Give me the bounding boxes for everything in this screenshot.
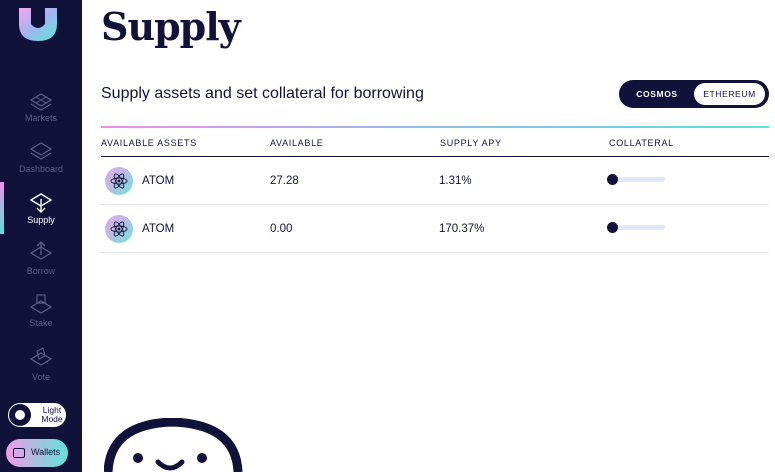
supply-apy: 1.31%: [439, 175, 472, 187]
wallet-icon: [13, 448, 25, 458]
sidebar-item-dashboard[interactable]: Dashboard: [0, 139, 82, 189]
sidebar-item-label: Stake: [29, 318, 53, 328]
network-toggle: COSMOS ETHEREUM: [619, 80, 769, 108]
collateral-slider[interactable]: [607, 174, 665, 185]
app-logo[interactable]: [17, 6, 59, 42]
table-top-divider: [101, 126, 769, 128]
light-mode-label: Light Mode: [41, 405, 63, 424]
vote-icon: [29, 347, 53, 366]
page-title: Supply: [101, 4, 241, 49]
available-amount: 0.00: [270, 223, 293, 235]
supply-icon: [29, 193, 53, 213]
atom-icon: [105, 167, 133, 195]
sidebar-item-label: Dashboard: [18, 164, 64, 174]
page-subtitle: Supply assets and set collateral for bor…: [101, 85, 424, 102]
stake-icon: [29, 294, 53, 314]
light-mode-toggle[interactable]: Light Mode: [6, 401, 68, 429]
asset-name: ATOM: [142, 175, 175, 187]
wallets-label: Wallets: [31, 447, 61, 457]
available-amount: 27.28: [270, 175, 299, 187]
borrow-icon: [29, 241, 53, 260]
markets-icon: [29, 93, 53, 111]
column-header-supply-apy: SUPPLY APY: [440, 138, 502, 148]
sidebar-item-label: Supply: [27, 215, 55, 225]
table-row[interactable]: ATOM 27.28 1.31%: [101, 157, 769, 205]
sidebar-item-label: Borrow: [26, 266, 56, 276]
table-row[interactable]: ATOM 0.00 170.37%: [101, 205, 769, 253]
sidebar-item-label: Vote: [31, 372, 51, 382]
sidebar-item-stake[interactable]: Stake: [0, 293, 82, 343]
slider-thumb[interactable]: [607, 174, 618, 185]
column-header-available: AVAILABLE: [270, 138, 324, 148]
sun-icon: [9, 404, 31, 426]
network-option-cosmos[interactable]: COSMOS: [623, 83, 691, 105]
mascot-illustration: [104, 418, 243, 472]
wallets-button[interactable]: Wallets: [6, 439, 68, 467]
collateral-slider[interactable]: [607, 222, 665, 233]
sidebar-item-vote[interactable]: Vote: [0, 347, 82, 397]
sidebar-item-label: Markets: [24, 113, 57, 123]
atom-icon: [105, 215, 133, 243]
sidebar-item-borrow[interactable]: Borrow: [0, 241, 82, 291]
network-option-ethereum[interactable]: ETHEREUM: [694, 83, 765, 105]
sidebar-item-supply[interactable]: Supply: [0, 182, 82, 240]
supply-apy: 170.37%: [439, 223, 485, 235]
column-header-assets: AVAILABLE ASSETS: [101, 138, 197, 148]
dashboard-icon: [29, 142, 53, 160]
slider-thumb[interactable]: [607, 222, 618, 233]
column-header-collateral: COLLATERAL: [609, 138, 674, 148]
sidebar: Markets Dashboard Supply Borrow Stake Vo…: [0, 0, 82, 472]
asset-name: ATOM: [142, 223, 175, 235]
sidebar-item-markets[interactable]: Markets: [0, 88, 82, 138]
